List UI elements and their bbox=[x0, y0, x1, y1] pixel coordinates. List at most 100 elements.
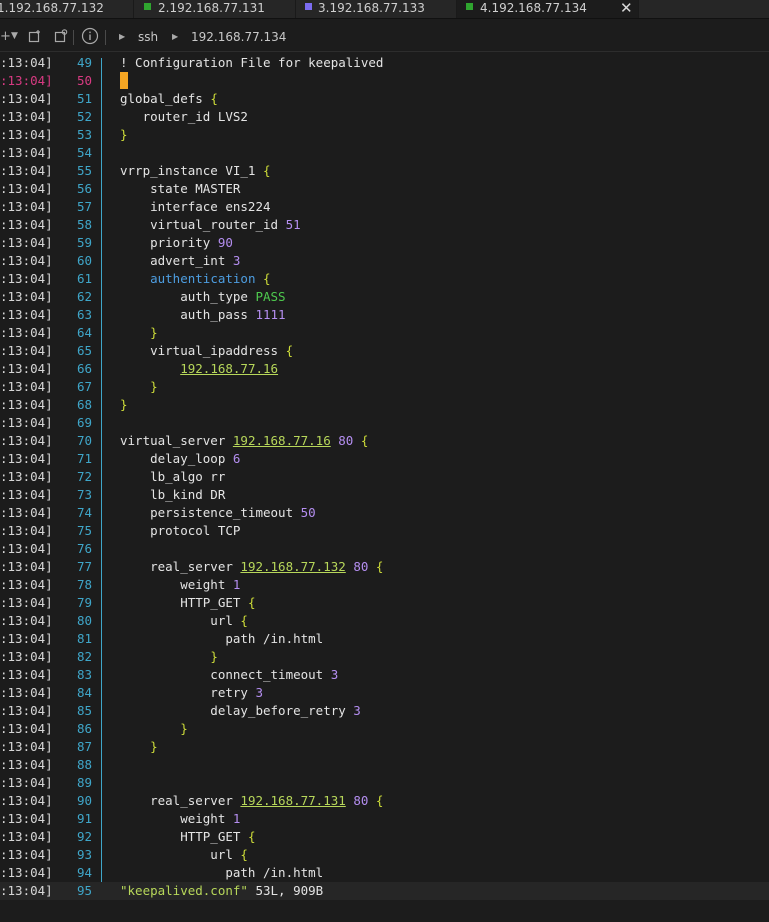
log-timestamp: :13:04] bbox=[0, 415, 53, 430]
line-number: 63 bbox=[76, 307, 92, 322]
log-timestamp: :13:04] bbox=[0, 865, 53, 880]
log-timestamp: :13:04] bbox=[0, 793, 53, 808]
editor-line: :13:04] 79 HTTP_GET { bbox=[0, 594, 769, 612]
line-number: 57 bbox=[76, 199, 92, 214]
breadcrumb-protocol[interactable]: ssh bbox=[138, 30, 158, 44]
line-number: 90 bbox=[76, 793, 92, 808]
duplicate-session-icon[interactable] bbox=[28, 29, 42, 47]
line-number: 71 bbox=[76, 451, 92, 466]
log-timestamp: :13:04] bbox=[0, 595, 53, 610]
line-number: 54 bbox=[76, 145, 92, 160]
code-text: 192.168.77.16 bbox=[180, 361, 279, 376]
session-tab-1[interactable]: 1.192.168.77.132 bbox=[0, 0, 134, 18]
line-number: 62 bbox=[76, 289, 92, 304]
line-number: 85 bbox=[76, 703, 92, 718]
code-text: } bbox=[210, 649, 218, 664]
editor-line: :13:04] 61 authentication { bbox=[0, 270, 769, 288]
status-message: "keepalived.conf" 53L, 909B bbox=[120, 883, 324, 898]
log-timestamp: :13:04] bbox=[0, 271, 53, 286]
editor-line: :13:04] 51 global_defs { bbox=[0, 90, 769, 108]
session-tab-4[interactable]: 4.192.168.77.134 ✕ bbox=[457, 0, 639, 18]
new-session-icon[interactable]: + bbox=[0, 29, 11, 44]
line-number: 86 bbox=[76, 721, 92, 736]
info-icon[interactable] bbox=[81, 27, 99, 49]
code-text: real_server 192.168.77.132 80 { bbox=[120, 559, 384, 574]
line-number: 64 bbox=[76, 325, 92, 340]
line-number: 92 bbox=[76, 829, 92, 844]
log-timestamp: :13:04] bbox=[0, 217, 53, 232]
log-timestamp: :13:04] bbox=[0, 235, 53, 250]
code-text: auth_pass 1111 bbox=[120, 307, 286, 322]
line-number: 51 bbox=[76, 91, 92, 106]
log-timestamp: :13:04] bbox=[0, 505, 53, 520]
code-text: priority 90 bbox=[120, 235, 233, 250]
terminal-editor[interactable]: :13:04] 49 ! Configuration File for keepal… bbox=[0, 54, 769, 914]
line-number: 77 bbox=[76, 559, 92, 574]
code-text: lb_kind DR bbox=[120, 487, 226, 502]
session-settings-icon[interactable] bbox=[54, 29, 68, 47]
line-number: 67 bbox=[76, 379, 92, 394]
line-number: 55 bbox=[76, 163, 92, 178]
code-text: protocol TCP bbox=[120, 523, 241, 538]
line-number: 52 bbox=[76, 109, 92, 124]
editor-line: :13:04] 69 bbox=[0, 414, 769, 432]
editor-line: :13:04] 72 lb_algo rr bbox=[0, 468, 769, 486]
log-timestamp: :13:04] bbox=[0, 685, 53, 700]
editor-line: :13:04] 49 ! Configuration File for keepal… bbox=[0, 54, 769, 72]
code-text: } bbox=[120, 397, 128, 412]
editor-line: :13:04] 90 real_server 192.168.77.131 80 … bbox=[0, 792, 769, 810]
close-icon[interactable]: ✕ bbox=[620, 0, 633, 17]
editor-line: :13:04] 84 retry 3 bbox=[0, 684, 769, 702]
line-number: 75 bbox=[76, 523, 92, 538]
editor-line: :13:04] 57 interface ens224 bbox=[0, 198, 769, 216]
log-timestamp: :13:04] bbox=[0, 343, 53, 358]
toolbar-divider bbox=[73, 30, 74, 45]
log-timestamp: :13:04] bbox=[0, 127, 53, 142]
editor-line: :13:04] 65 virtual_ipaddress { bbox=[0, 342, 769, 360]
chevron-down-icon[interactable]: ▼ bbox=[11, 31, 18, 41]
code-text: lb_algo rr bbox=[120, 469, 226, 484]
editor-line: :13:04] 77 real_server 192.168.77.132 80 … bbox=[0, 558, 769, 576]
code-text: HTTP_GET { bbox=[120, 595, 256, 610]
session-tab-3[interactable]: 3.192.168.77.133 bbox=[296, 0, 457, 18]
code-text: url { bbox=[120, 613, 248, 628]
editor-line: :13:04] 74 persistence_timeout 50 bbox=[0, 504, 769, 522]
code-text: delay_loop 6 bbox=[120, 451, 241, 466]
code-text: auth_type PASS bbox=[120, 289, 286, 304]
editor-line: :13:04] 70 virtual_server 192.168.77.16 80… bbox=[0, 432, 769, 450]
editor-line: :13:04] 82 } bbox=[0, 648, 769, 666]
line-number: 66 bbox=[76, 361, 92, 376]
tab-label: 3.192.168.77.133 bbox=[318, 1, 425, 15]
code-text: weight 1 bbox=[120, 811, 241, 826]
editor-line: :13:04] 88 bbox=[0, 756, 769, 774]
log-timestamp: :13:04] bbox=[0, 757, 53, 772]
editor-line: :13:04] 52 router_id LVS2 bbox=[0, 108, 769, 126]
line-number: 61 bbox=[76, 271, 92, 286]
breadcrumb-host[interactable]: 192.168.77.134 bbox=[191, 30, 286, 44]
terminal-toolbar: + ▼ ▶ ssh ▶ 192.168.77.134 bbox=[0, 24, 769, 52]
editor-line: :13:04] 66 192.168.77.16 bbox=[0, 360, 769, 378]
log-timestamp: :13:04] bbox=[0, 721, 53, 736]
log-timestamp: :13:04] bbox=[0, 775, 53, 790]
log-timestamp: :13:04] bbox=[0, 469, 53, 484]
session-tab-2[interactable]: 2.192.168.77.131 bbox=[134, 0, 296, 18]
line-number: 93 bbox=[76, 847, 92, 862]
line-number: 65 bbox=[76, 343, 92, 358]
editor-line: :13:04] 83 connect_timeout 3 bbox=[0, 666, 769, 684]
line-number: 73 bbox=[76, 487, 92, 502]
line-number: 95 bbox=[76, 883, 92, 898]
text-cursor bbox=[120, 72, 128, 89]
log-timestamp: :13:04] bbox=[0, 541, 53, 556]
line-number: 84 bbox=[76, 685, 92, 700]
log-timestamp: :13:04] bbox=[0, 613, 53, 628]
tab-label: 4.192.168.77.134 bbox=[480, 1, 587, 15]
line-number: 58 bbox=[76, 217, 92, 232]
line-number: 70 bbox=[76, 433, 92, 448]
log-timestamp: :13:04] bbox=[0, 559, 53, 574]
editor-line: :13:04] 58 virtual_router_id 51 bbox=[0, 216, 769, 234]
log-timestamp: :13:04] bbox=[0, 631, 53, 646]
code-text: virtual_server 192.168.77.16 80 { bbox=[120, 433, 369, 448]
code-text: advert_int 3 bbox=[120, 253, 241, 268]
editor-line: :13:04] 56 state MASTER bbox=[0, 180, 769, 198]
line-number: 59 bbox=[76, 235, 92, 250]
